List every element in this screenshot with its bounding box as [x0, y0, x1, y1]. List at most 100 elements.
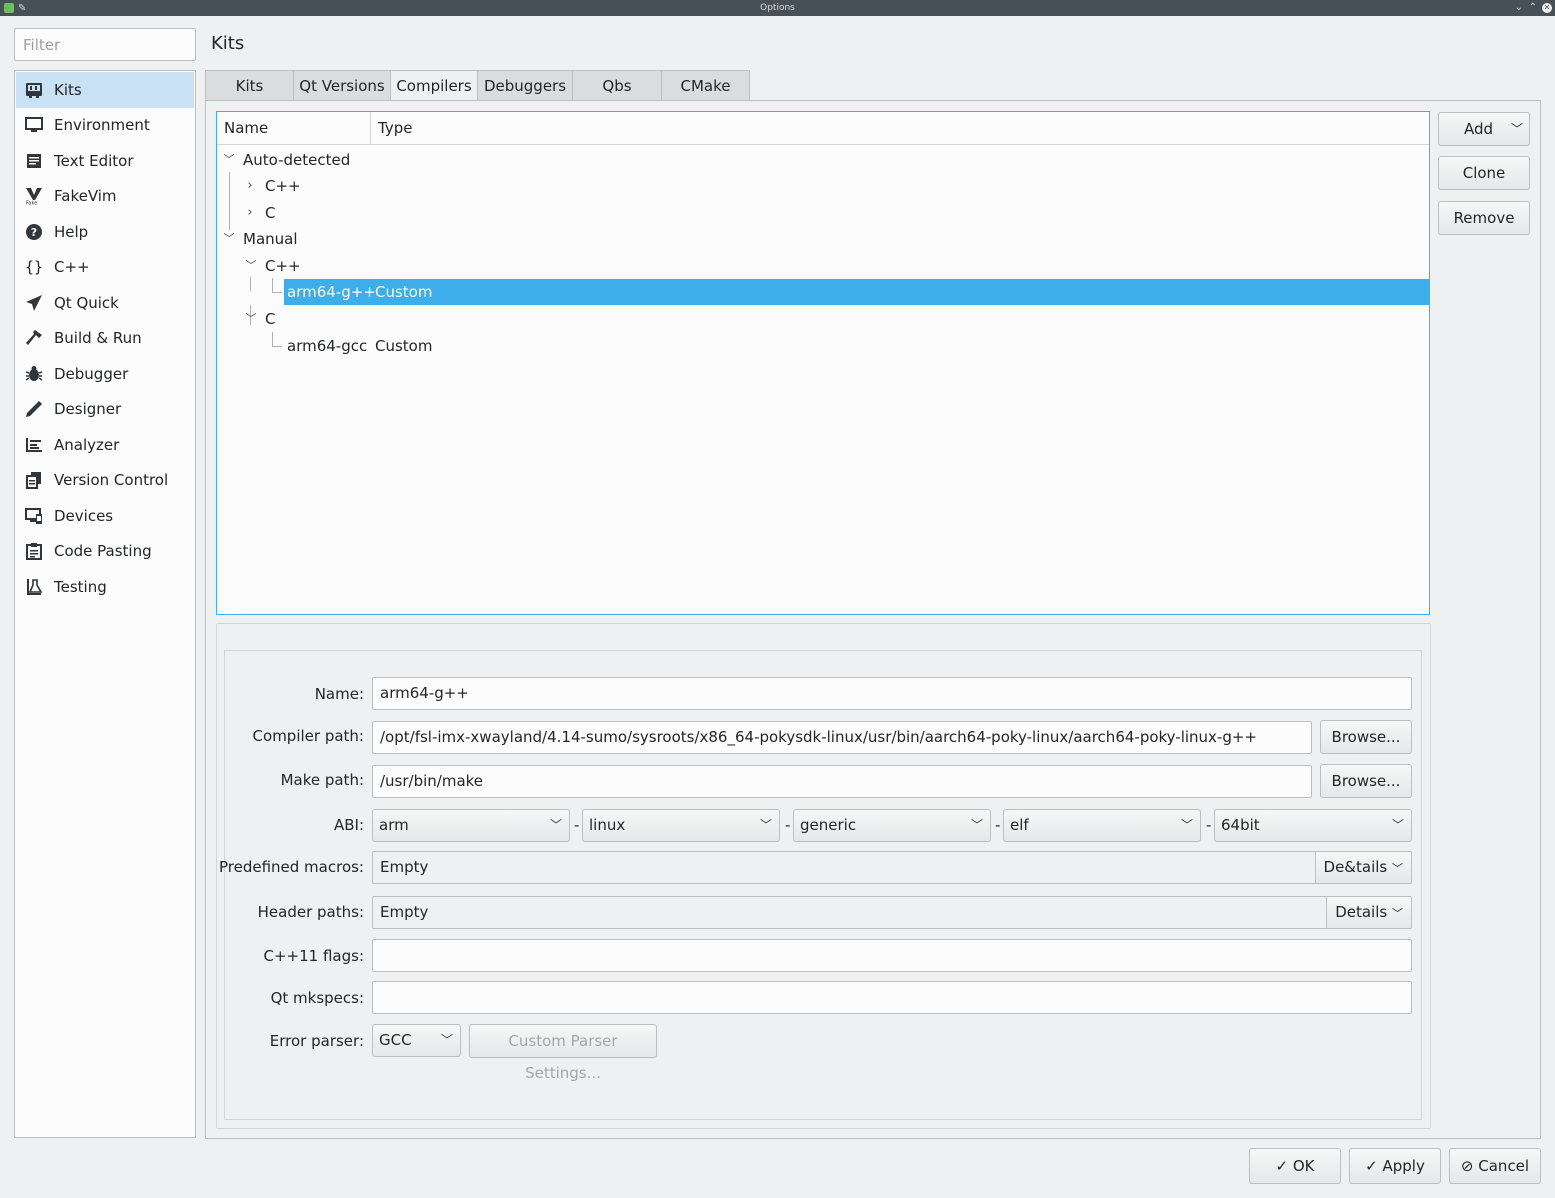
- remove-button[interactable]: Remove: [1438, 201, 1530, 235]
- chevron-down-icon[interactable]: ﹀: [245, 306, 257, 332]
- abi-width-select[interactable]: 64bit ﹀: [1214, 809, 1412, 842]
- compiler-tree[interactable]: Name Type ﹀ Auto-detected › C++ › C ﹀ Ma…: [216, 111, 1430, 615]
- tab-debuggers[interactable]: Debuggers: [477, 70, 573, 101]
- chevron-down-icon: ﹀: [759, 818, 772, 832]
- monitor-icon: [24, 115, 44, 135]
- abi-arch-select[interactable]: arm ﹀: [372, 809, 570, 842]
- sidebar-item-analyzer[interactable]: Analyzer: [16, 427, 194, 463]
- sidebar-item-devices[interactable]: Devices: [16, 498, 194, 534]
- sidebar-item-version-control[interactable]: Version Control: [16, 463, 194, 499]
- sidebar-item-testing[interactable]: Testing: [16, 569, 194, 605]
- sidebar-item-code-pasting[interactable]: Code Pasting: [16, 534, 194, 570]
- sidebar-item-label: Qt Quick: [54, 293, 119, 312]
- macros-details-button[interactable]: De&tails ﹀: [1314, 852, 1411, 883]
- window-title: Options: [760, 3, 795, 13]
- tree-node-label: C: [265, 204, 276, 222]
- column-header-type[interactable]: Type: [371, 112, 412, 145]
- tree-row-auto-cpp[interactable]: › C++: [217, 173, 1429, 199]
- sidebar-item-fakevim[interactable]: Fake FakeVim: [16, 179, 194, 215]
- make-path-label: Make path:: [280, 771, 364, 789]
- chevron-down-icon[interactable]: ﹀: [245, 253, 257, 279]
- header-paths-field[interactable]: Empty Details ﹀: [372, 896, 1412, 929]
- chevron-right-icon[interactable]: ›: [244, 173, 256, 199]
- tab-bar: Kits Qt Versions Compilers Debuggers Qbs…: [205, 70, 750, 102]
- predefined-macros-label: Predefined macros:: [218, 858, 364, 876]
- help-icon: ?: [24, 222, 44, 242]
- sidebar-item-text-editor[interactable]: Text Editor: [16, 143, 194, 179]
- sidebar-item-debugger[interactable]: Debugger: [16, 356, 194, 392]
- minimize-icon[interactable]: ⌄: [1515, 0, 1523, 16]
- predefined-macros-value: Empty: [380, 858, 429, 876]
- tree-row-manual-cpp[interactable]: ﹀ C++: [217, 253, 1429, 279]
- abi-flavor-select[interactable]: generic ﹀: [793, 809, 991, 842]
- abi-flavor-value: generic: [800, 816, 857, 834]
- tree-row-manual-c[interactable]: ﹀ C: [217, 306, 1429, 332]
- sidebar-item-label: Version Control: [54, 471, 169, 490]
- sidebar-item-label: C++: [54, 258, 90, 277]
- compiler-browse-button[interactable]: Browse...: [1320, 720, 1412, 754]
- sidebar-item-kits[interactable]: Kits: [16, 72, 194, 108]
- make-browse-button[interactable]: Browse...: [1320, 764, 1412, 798]
- sidebar-item-qt-quick[interactable]: Qt Quick: [16, 285, 194, 321]
- column-header-name[interactable]: Name: [217, 112, 371, 145]
- abi-format-select[interactable]: elf ﹀: [1003, 809, 1201, 842]
- sidebar-item-label: Build & Run: [54, 329, 142, 348]
- tab-qbs[interactable]: Qbs: [572, 70, 662, 101]
- predefined-macros-field[interactable]: Empty De&tails ﹀: [372, 851, 1412, 884]
- sidebar-item-cpp[interactable]: {} C++: [16, 250, 194, 286]
- braces-icon: {}: [24, 258, 44, 277]
- error-parser-value: GCC: [379, 1031, 412, 1049]
- tree-node-label: Manual: [243, 230, 298, 248]
- tree-row-arm64-gpp[interactable]: arm64-g++ Custom: [284, 279, 1429, 305]
- qt-mkspecs-label: Qt mkspecs:: [270, 989, 364, 1007]
- name-field[interactable]: arm64-g++: [372, 677, 1412, 710]
- tab-compilers[interactable]: Compilers: [390, 70, 478, 102]
- check-icon: ✓: [1275, 1157, 1289, 1175]
- sidebar-item-help[interactable]: ? Help: [16, 214, 194, 250]
- make-path-field[interactable]: /usr/bin/make: [372, 765, 1312, 798]
- tree-guide-line: [272, 278, 273, 292]
- sidebar-item-designer[interactable]: Designer: [16, 392, 194, 428]
- add-button[interactable]: Add ﹀: [1438, 112, 1530, 146]
- sidebar-item-build-run[interactable]: Build & Run: [16, 321, 194, 357]
- compiler-path-field[interactable]: /opt/fsl-imx-xwayland/4.14-sumo/sysroots…: [372, 721, 1312, 754]
- abi-os-value: linux: [589, 816, 626, 834]
- ok-button[interactable]: ✓ OK: [1249, 1148, 1341, 1184]
- tree-row-auto-c[interactable]: › C: [217, 200, 1429, 226]
- chevron-right-icon[interactable]: ›: [244, 200, 256, 226]
- abi-os-select[interactable]: linux ﹀: [582, 809, 780, 842]
- cpp11-flags-field[interactable]: [372, 939, 1412, 972]
- pin-icon[interactable]: ✎: [18, 1, 26, 17]
- compiler-path-label: Compiler path:: [252, 727, 364, 745]
- cancel-button[interactable]: ⊘ Cancel: [1449, 1148, 1541, 1184]
- chevron-down-icon[interactable]: ﹀: [223, 226, 235, 252]
- cancel-icon: ⊘: [1460, 1157, 1474, 1175]
- header-details-button[interactable]: Details ﹀: [1326, 897, 1411, 928]
- clone-button[interactable]: Clone: [1438, 156, 1530, 190]
- maximize-icon[interactable]: ⌃: [1529, 0, 1537, 16]
- header-details-label: Details: [1335, 903, 1388, 921]
- apply-button[interactable]: ✓ Apply: [1349, 1148, 1441, 1184]
- sidebar: Kits Environment Text Editor Fake FakeVi…: [14, 70, 196, 1138]
- tree-row-auto-detected[interactable]: ﹀ Auto-detected: [217, 147, 1429, 173]
- app-icon: [4, 3, 14, 13]
- custom-parser-settings-button[interactable]: Custom Parser Settings...: [469, 1024, 657, 1082]
- tab-cmake[interactable]: CMake: [661, 70, 750, 101]
- filter-input[interactable]: [14, 28, 196, 61]
- abi-separator: -: [995, 816, 1001, 834]
- close-icon[interactable]: ✕: [1542, 3, 1552, 13]
- sidebar-item-environment[interactable]: Environment: [16, 108, 194, 144]
- chevron-down-icon[interactable]: ﹀: [223, 147, 235, 173]
- abi-format-value: elf: [1010, 816, 1029, 834]
- tab-kits[interactable]: Kits: [205, 70, 294, 101]
- tab-qt-versions[interactable]: Qt Versions: [293, 70, 391, 101]
- tree-row-arm64-gcc[interactable]: arm64-gcc Custom: [217, 333, 1429, 359]
- tree-header: Name Type: [217, 112, 1429, 145]
- sidebar-item-label: Help: [54, 222, 89, 241]
- qt-mkspecs-field[interactable]: [372, 981, 1412, 1014]
- clipboard-icon: [24, 541, 44, 561]
- macros-details-label: De&tails: [1323, 858, 1388, 876]
- tree-row-manual[interactable]: ﹀ Manual: [217, 226, 1429, 252]
- sidebar-item-label: Kits: [54, 80, 82, 99]
- error-parser-select[interactable]: GCC ﹀: [372, 1024, 461, 1057]
